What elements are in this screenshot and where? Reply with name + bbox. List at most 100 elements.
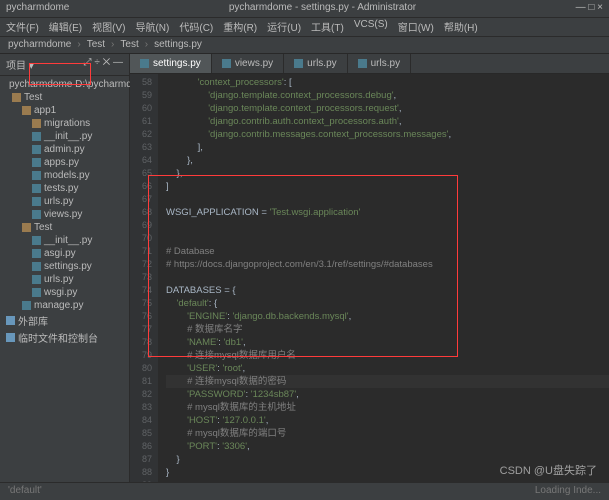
py-icon — [32, 249, 41, 258]
py-icon — [22, 301, 31, 310]
code-line[interactable]: ], — [166, 141, 609, 154]
tab-label: views.py — [235, 58, 273, 69]
crumb-item[interactable]: Test — [87, 39, 105, 51]
crumb-item[interactable]: settings.py — [154, 39, 202, 51]
editor-tab[interactable]: views.py — [212, 54, 284, 73]
editor-tab[interactable]: settings.py — [130, 54, 212, 73]
menu-item[interactable]: 工具(T) — [311, 19, 344, 35]
code-line[interactable]: # 数据库名字 — [166, 323, 609, 336]
code-line[interactable]: 'context_processors': [ — [166, 76, 609, 89]
tree-node[interactable]: Test — [0, 91, 129, 104]
code-line[interactable]: # mysql数据库的主机地址 — [166, 401, 609, 414]
editor-tabs[interactable]: settings.py views.py urls.py urls.py — [130, 54, 609, 74]
tree-node[interactable]: __init__.py — [0, 234, 129, 247]
tab-label: settings.py — [153, 58, 201, 69]
sidebar-tools[interactable]: ⤢ ÷ ✕ — — [84, 57, 123, 72]
tree-node[interactable]: pycharmdome D:\pycharmdome — [0, 78, 129, 91]
code-line[interactable] — [166, 232, 609, 245]
py-icon — [32, 262, 41, 271]
code-line[interactable]: 'ENGINE': 'django.db.backends.mysql', — [166, 310, 609, 323]
code-line[interactable]: 'PASSWORD': '1234sb87', — [166, 388, 609, 401]
menu-bar[interactable]: 文件(F) 编辑(E) 视图(V) 导航(N) 代码(C) 重构(R) 运行(U) 工具(T)… — [0, 18, 609, 36]
tree-node[interactable]: models.py — [0, 169, 129, 182]
code-line[interactable]: 'django.contrib.auth.context_processors.… — [166, 115, 609, 128]
py-icon — [294, 59, 303, 68]
tree-label: __init__.py — [44, 131, 92, 142]
menu-item[interactable]: 运行(U) — [267, 19, 301, 35]
tree-node[interactable]: tests.py — [0, 182, 129, 195]
code-line[interactable] — [166, 219, 609, 232]
menu-item[interactable]: 编辑(E) — [49, 19, 82, 35]
code-line[interactable]: 'django.template.context_processors.requ… — [166, 102, 609, 115]
code-line[interactable]: # mysql数据库的端口号 — [166, 427, 609, 440]
code-line[interactable]: 'USER': 'root', — [166, 362, 609, 375]
menu-item[interactable]: 导航(N) — [135, 19, 169, 35]
py-icon — [222, 59, 231, 68]
code-line[interactable]: # 连接mysql数据的密码 — [166, 375, 609, 388]
tree-label: admin.py — [44, 144, 85, 155]
tree-node[interactable]: asgi.py — [0, 247, 129, 260]
code-line[interactable]: 'default': { — [166, 297, 609, 310]
mod-icon — [6, 316, 15, 325]
context-crumb: 'default' — [8, 485, 42, 498]
tree-node[interactable]: urls.py — [0, 273, 129, 286]
code-line[interactable]: 'django.template.context_processors.debu… — [166, 89, 609, 102]
code-line[interactable]: ] — [166, 180, 609, 193]
tree-node[interactable]: Test — [0, 221, 129, 234]
menu-item[interactable]: 文件(F) — [6, 19, 39, 35]
project-sidebar[interactable]: 项目 ▾ ⤢ ÷ ✕ — pycharmdome D:\pycharmdomeT… — [0, 54, 130, 482]
code-line[interactable]: }, — [166, 154, 609, 167]
code-line[interactable]: # Database — [166, 245, 609, 258]
editor-area: settings.pyviews.pyurls.pyurls.py 585960… — [130, 54, 609, 482]
tree-node[interactable]: migrations — [0, 117, 129, 130]
menu-item[interactable]: 代码(C) — [179, 19, 213, 35]
crumb-item[interactable]: pycharmdome — [8, 39, 71, 51]
window-controls[interactable]: — □ × — [576, 2, 603, 15]
sidebar-title: 项目 ▾ — [6, 57, 34, 72]
tree-node[interactable]: 临时文件和控制台 — [0, 329, 129, 346]
menu-item[interactable]: VCS(S) — [354, 19, 388, 35]
code-line[interactable]: 'NAME': 'db1', — [166, 336, 609, 349]
editor-tab[interactable]: urls.py — [348, 54, 411, 73]
tree-label: 外部库 — [18, 313, 48, 328]
tree-label: asgi.py — [44, 248, 76, 259]
status-right: Loading Inde... — [535, 485, 601, 498]
code-line[interactable]: 'HOST': '127.0.0.1', — [166, 414, 609, 427]
py-icon — [32, 197, 41, 206]
tree-node[interactable]: manage.py — [0, 299, 129, 312]
menu-item[interactable]: 帮助(H) — [444, 19, 478, 35]
code-line[interactable]: WSGI_APPLICATION = 'Test.wsgi.applicatio… — [166, 206, 609, 219]
menu-item[interactable]: 重构(R) — [223, 19, 257, 35]
breadcrumb[interactable]: pycharmdome›Test›Test›settings.py — [0, 36, 609, 54]
code-line[interactable]: # 连接mysql数据库用户名 — [166, 349, 609, 362]
watermark: CSDN @U盘失踪了 — [500, 462, 597, 478]
code-line[interactable]: # https://docs.djangoproject.com/en/3.1/… — [166, 258, 609, 271]
mod-icon — [6, 333, 15, 342]
code-line[interactable]: DATABASES = { — [166, 284, 609, 297]
py-icon — [32, 288, 41, 297]
tab-label: urls.py — [307, 58, 336, 69]
tree-node[interactable]: app1 — [0, 104, 129, 117]
tree-node[interactable]: admin.py — [0, 143, 129, 156]
code-line[interactable] — [166, 271, 609, 284]
editor-tab[interactable]: urls.py — [284, 54, 347, 73]
tree-label: migrations — [44, 118, 90, 129]
tree-node[interactable]: __init__.py — [0, 130, 129, 143]
code-line[interactable]: }, — [166, 167, 609, 180]
code-line[interactable]: 'PORT': '3306', — [166, 440, 609, 453]
menu-item[interactable]: 窗口(W) — [398, 19, 434, 35]
crumb-item[interactable]: Test — [120, 39, 138, 51]
tree-label: urls.py — [44, 274, 73, 285]
py-icon — [358, 59, 367, 68]
tree-node[interactable]: urls.py — [0, 195, 129, 208]
tree-node[interactable]: wsgi.py — [0, 286, 129, 299]
code-editor[interactable]: 'context_processors': [ 'django.template… — [158, 74, 609, 482]
tab-label: urls.py — [371, 58, 400, 69]
code-line[interactable]: 'django.contrib.messages.context_process… — [166, 128, 609, 141]
code-line[interactable] — [166, 193, 609, 206]
menu-item[interactable]: 视图(V) — [92, 19, 125, 35]
tree-node[interactable]: 外部库 — [0, 312, 129, 329]
tree-node[interactable]: apps.py — [0, 156, 129, 169]
tree-node[interactable]: views.py — [0, 208, 129, 221]
tree-node[interactable]: settings.py — [0, 260, 129, 273]
